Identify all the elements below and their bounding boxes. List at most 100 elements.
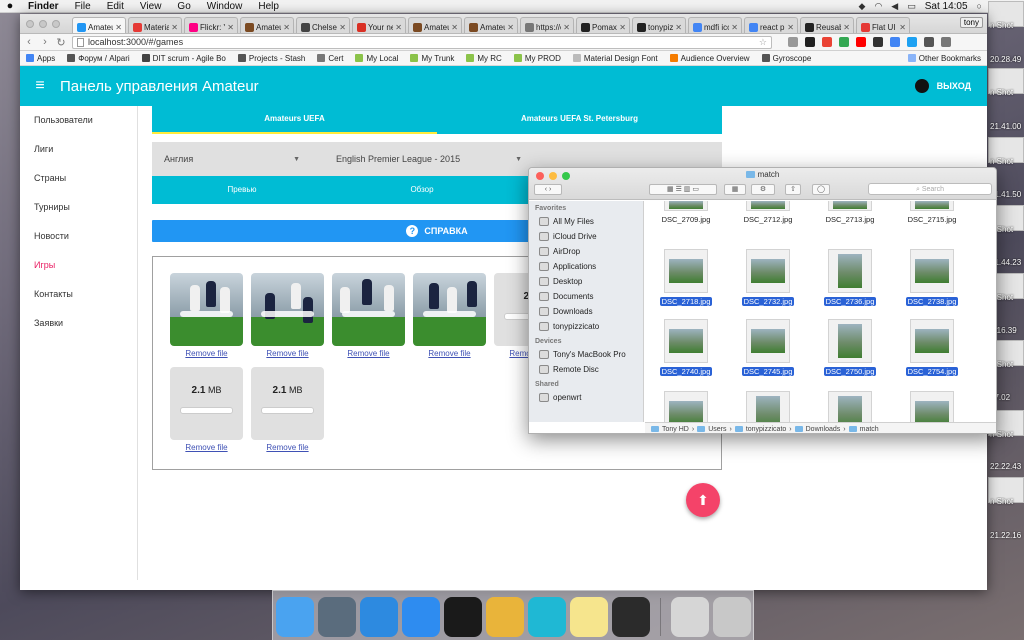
path-segment[interactable]: match — [860, 426, 879, 433]
close-tab-icon[interactable]: ✕ — [395, 23, 402, 32]
bookmark-item[interactable]: Projects - Stash — [237, 54, 305, 63]
finder-sidebar-item[interactable]: iCloud Drive — [529, 229, 643, 244]
finder-sidebar-item[interactable]: Downloads — [529, 304, 643, 319]
extension-icon[interactable] — [805, 37, 815, 47]
spotlight-icon[interactable]: ○ — [977, 1, 982, 11]
file-item[interactable] — [645, 391, 727, 422]
browser-tab[interactable]: mdfi ico ✕ — [688, 17, 742, 33]
browser-tab[interactable]: Flat UI C✕ — [856, 17, 910, 33]
bookmark-item[interactable]: Gyroscope — [761, 54, 811, 63]
bookmark-item[interactable]: My PROD — [513, 54, 561, 63]
trash-icon[interactable] — [712, 596, 751, 637]
documents-stack-icon[interactable] — [670, 596, 709, 637]
league-select[interactable]: English Premier League - 2015 ▼ — [324, 154, 534, 164]
upload-fab[interactable]: ⬆ — [686, 483, 720, 517]
clock[interactable]: Sat 14:05 — [925, 1, 968, 12]
file-item[interactable]: DSC_2736.jpg — [809, 249, 891, 307]
notes-icon[interactable] — [569, 596, 608, 637]
file-item[interactable] — [891, 391, 973, 422]
other-bookmarks[interactable]: Other Bookmarks — [907, 54, 981, 63]
close-tab-icon[interactable]: ✕ — [731, 23, 738, 32]
logout-button[interactable]: ВЫХОД — [914, 79, 987, 93]
tab-amateurs-uefa[interactable]: Amateurs UEFA — [152, 106, 437, 134]
tab-preview[interactable]: Превью — [152, 176, 332, 204]
extension-icon[interactable] — [788, 37, 798, 47]
battery-icon[interactable]: ▭ — [907, 1, 916, 12]
path-segment[interactable]: Tony HD — [662, 426, 689, 433]
nav-item-1[interactable]: Пользователи — [20, 106, 137, 135]
extension-icon[interactable] — [924, 37, 934, 47]
browser-tab[interactable]: Your nex✕ — [352, 17, 406, 33]
file-item[interactable]: DSC_2713.jpg — [809, 201, 891, 225]
menu-go[interactable]: Go — [169, 1, 198, 12]
bookmark-item[interactable]: Material Design Font — [572, 54, 658, 63]
url-text[interactable]: localhost:3000/#/games — [88, 37, 183, 47]
action-gear-icon[interactable]: ⚙ — [751, 184, 775, 195]
browser-tab[interactable]: Reusab ✕ — [800, 17, 854, 33]
bookmark-item[interactable]: Apps — [26, 54, 55, 63]
extension-icon[interactable] — [907, 37, 917, 47]
browser-tab[interactable]: Amateu ✕ — [408, 17, 462, 33]
close-tab-icon[interactable]: ✕ — [339, 23, 346, 32]
browser-tab[interactable]: Amateu ✕ — [240, 17, 294, 33]
finder-icon[interactable] — [275, 596, 314, 640]
remove-file-link[interactable]: Remove file — [170, 443, 243, 452]
tab-overview[interactable]: Обзор — [332, 176, 512, 204]
terminal-icon[interactable] — [443, 596, 482, 640]
finder-sidebar-item[interactable]: openwrt — [529, 390, 643, 405]
minimize-window-button[interactable] — [39, 20, 47, 28]
close-tab-icon[interactable]: ✕ — [227, 23, 234, 32]
menu-window[interactable]: Window — [199, 1, 251, 12]
country-select[interactable]: Англия ▼ — [152, 154, 312, 164]
menu-file[interactable]: File — [67, 1, 99, 12]
finder-sidebar-item[interactable]: Desktop — [529, 274, 643, 289]
file-item[interactable]: DSC_2750.jpg — [809, 319, 891, 377]
remove-file-link[interactable]: Remove file — [170, 349, 243, 358]
tag-icon[interactable]: ◯ — [812, 184, 830, 195]
share-icon[interactable]: ⇧ — [785, 184, 801, 195]
menu-app-finder[interactable]: Finder — [20, 1, 67, 12]
extension-icon[interactable] — [941, 37, 951, 47]
close-tab-icon[interactable]: ✕ — [843, 23, 850, 32]
activity-monitor-icon[interactable] — [611, 596, 650, 640]
file-item[interactable]: DSC_2738.jpg — [891, 249, 973, 307]
close-tab-icon[interactable]: ✕ — [619, 23, 626, 32]
browser-tab[interactable]: Materia ✕ — [128, 17, 182, 33]
browser-tab[interactable]: react pr ✕ — [744, 17, 798, 33]
file-item[interactable]: DSC_2754.jpg — [891, 319, 973, 377]
back-button[interactable]: ‹ — [24, 36, 34, 48]
finder-sidebar-item[interactable]: AirDrop — [529, 244, 643, 259]
close-tab-icon[interactable]: ✕ — [115, 23, 122, 32]
close-tab-icon[interactable]: ✕ — [507, 23, 514, 32]
extension-icon[interactable] — [856, 37, 866, 47]
hamburger-menu-icon[interactable]: ≡ — [20, 77, 60, 95]
bookmark-item[interactable]: My Trunk — [410, 54, 454, 63]
remove-file-link[interactable]: Remove file — [332, 349, 405, 358]
close-tab-icon[interactable]: ✕ — [899, 23, 906, 32]
extension-icon[interactable] — [890, 37, 900, 47]
webstorm-icon[interactable] — [527, 596, 566, 640]
nav-item-2[interactable]: Лиги — [20, 135, 137, 164]
nav-item-3[interactable]: Страны — [20, 164, 137, 193]
remove-file-link[interactable]: Remove file — [251, 349, 324, 358]
finder-sidebar-item[interactable]: Applications — [529, 259, 643, 274]
browser-tab[interactable]: Chelsea✕ — [296, 17, 350, 33]
close-tab-icon[interactable]: ✕ — [787, 23, 794, 32]
address-bar[interactable]: localhost:3000/#/games ☆ — [72, 35, 772, 49]
profile-chip[interactable]: tony — [959, 17, 983, 28]
safari-icon[interactable] — [359, 596, 398, 640]
path-segment[interactable]: tonypizzicato — [746, 426, 786, 433]
bookmark-item[interactable]: Cert — [317, 54, 343, 63]
nav-item-8[interactable]: Заявки — [20, 309, 137, 338]
dropbox-icon[interactable]: ◆ — [859, 1, 866, 12]
file-item[interactable]: DSC_2740.jpg — [645, 319, 727, 377]
launchpad-icon[interactable] — [317, 596, 356, 637]
bookmark-item[interactable]: Форум / Alpari — [67, 54, 130, 63]
finder-search-input[interactable]: ⌕ Search — [868, 183, 992, 195]
finder-sidebar-item[interactable]: Documents — [529, 289, 643, 304]
file-item[interactable]: DSC_2715.jpg — [891, 201, 973, 225]
extension-icon[interactable] — [822, 37, 832, 47]
path-segment[interactable]: Downloads — [806, 426, 841, 433]
close-window-button[interactable] — [26, 20, 34, 28]
bookmark-item[interactable]: Audience Overview — [669, 54, 750, 63]
